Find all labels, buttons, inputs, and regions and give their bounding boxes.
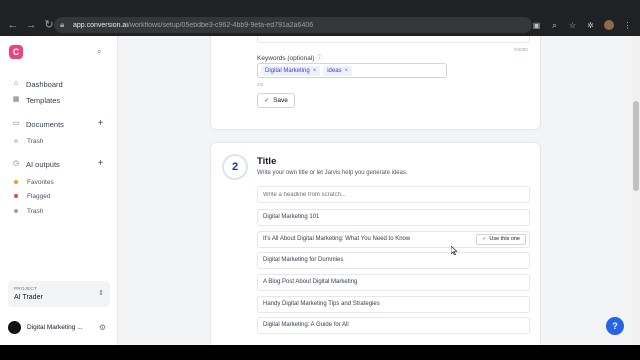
section-title: Title	[257, 156, 277, 167]
step-number-badge: 2	[222, 154, 248, 180]
zoom-icon[interactable]: ⌕	[550, 21, 559, 30]
keywords-label-text: Keywords (optional)	[257, 55, 315, 62]
project-selector[interactable]: PROJECT AI Trader ⇕	[8, 281, 110, 307]
sidebar-item-label: Favorites	[27, 178, 54, 186]
address-row: ← → ↻ 🔒︎ app.conversion.ai/workflows/set…	[0, 14, 640, 36]
back-icon[interactable]: ←	[6, 18, 20, 32]
bottom-strip	[0, 345, 640, 360]
keyword-chip: ideas ×	[323, 65, 353, 76]
title-option-text: A Blog Post About Digital Marketing	[263, 279, 358, 285]
keyword-chip-label: ideas	[327, 67, 342, 74]
use-this-one-button[interactable]: ✓ Use this one	[476, 234, 526, 245]
keyword-count: 2/3	[257, 82, 264, 87]
sidebar-item-documents[interactable]: ▭ Documents	[12, 118, 64, 130]
browser-toolbar-icons: ▣ ⌕ ☆ ✲ ⋮	[532, 17, 632, 33]
sidebar-item-label: Trash	[27, 137, 44, 145]
avatar	[8, 320, 21, 334]
trash-dot	[14, 209, 18, 213]
user-account[interactable]: Digital Marketing ... ⚙	[8, 320, 110, 334]
keyword-chip-label: Digital Marketing	[265, 67, 310, 74]
sidebar-item-label: Dashboard	[26, 79, 63, 89]
sidebar-item-dashboard[interactable]: ⌂ Dashboard	[12, 78, 63, 90]
sidebar-subitem-ai-trash[interactable]: Trash	[14, 206, 43, 216]
browser-window: ← → ↻ 🔒︎ app.conversion.ai/workflows/set…	[0, 0, 640, 345]
title-option[interactable]: A Blog Post About Digital Marketing	[257, 274, 530, 291]
keywords-card: 0/4000 Keywords (optional) ⓘ Digital Mark…	[210, 36, 541, 130]
help-button[interactable]: ?	[606, 317, 624, 335]
title-option-text: It's All About Digital Marketing: What Y…	[263, 236, 411, 242]
search-icon[interactable]: ⌕	[97, 47, 106, 56]
sidebar-item-ai-outputs[interactable]: ◷ AI outputs	[12, 158, 60, 170]
use-this-one-label: Use this one	[489, 236, 520, 242]
document-icon: ▭	[12, 120, 20, 127]
favorites-dot	[14, 180, 18, 184]
add-document-button[interactable]: +	[96, 119, 105, 129]
title-card: 2 Title Write your own title or let Jarv…	[210, 142, 541, 345]
sidebar-item-label: Trash	[27, 207, 44, 215]
section-subtitle: Write your own title or let Jarvis help …	[257, 170, 408, 176]
address-bar[interactable]: 🔒︎ app.conversion.ai/workflows/setup/05e…	[54, 17, 532, 33]
title-option[interactable]: Digital Marketing 101	[257, 209, 530, 226]
sidebar-subitem-favorites[interactable]: Favorites	[14, 177, 54, 187]
user-name: Digital Marketing ...	[27, 323, 83, 331]
keyword-chip: Digital Marketing ×	[261, 65, 321, 76]
clock-icon: ◷	[12, 160, 20, 167]
trash-dot	[14, 139, 18, 143]
check-icon: ✓	[482, 236, 487, 242]
save-button[interactable]: ✓ Save	[257, 93, 295, 108]
remove-chip-icon[interactable]: ×	[313, 68, 317, 74]
title-option[interactable]: It's All About Digital Marketing: What Y…	[257, 231, 530, 248]
scrollbar[interactable]	[632, 36, 640, 345]
remove-chip-icon[interactable]: ×	[345, 68, 349, 74]
more-icon[interactable]: ⋮	[623, 21, 632, 30]
sidebar-item-label: Documents	[26, 119, 64, 129]
project-name: AI Trader	[14, 294, 43, 301]
title-option[interactable]: Handy Digital Marketing Tips and Strateg…	[257, 296, 530, 313]
sidebar-subitem-flagged[interactable]: Flagged	[14, 191, 51, 201]
chevron-updown-icon: ⇕	[98, 290, 104, 297]
keywords-input[interactable]: Digital Marketing × ideas ×	[257, 63, 447, 78]
gear-icon[interactable]: ⚙	[99, 323, 106, 332]
profile-avatar[interactable]	[604, 20, 614, 30]
check-icon: ✓	[264, 98, 270, 104]
title-option-text: Digital Marketing 101	[263, 214, 320, 220]
sidebar-item-label: AI outputs	[26, 159, 60, 169]
mouse-cursor-icon	[451, 246, 457, 255]
main-content: 0/4000 Keywords (optional) ⓘ Digital Mark…	[118, 36, 640, 345]
cast-icon[interactable]: ▣	[532, 21, 541, 30]
grid-icon: ▦	[12, 96, 20, 103]
description-textarea[interactable]	[257, 36, 530, 43]
title-option-text: Digital Marketing: A Guide for All	[263, 322, 349, 328]
title-option[interactable]: Digital Marketing: A Guide for All	[257, 317, 530, 334]
sidebar: C ⌕ ⌂ Dashboard ▦ Templates ▭ Documents …	[0, 36, 118, 345]
project-label: PROJECT	[14, 286, 38, 291]
sidebar-item-label: Templates	[26, 95, 61, 105]
info-icon: ⓘ	[316, 56, 323, 62]
flagged-dot	[14, 194, 18, 198]
scrollbar-thumb[interactable]	[633, 101, 639, 191]
extensions-icon[interactable]: ✲	[586, 21, 595, 30]
home-icon: ⌂	[13, 80, 19, 87]
app-shell: C ⌕ ⌂ Dashboard ▦ Templates ▭ Documents …	[0, 36, 640, 345]
tab-strip	[0, 0, 640, 14]
lock-icon: 🔒︎	[60, 20, 65, 29]
character-count: 0/4000	[514, 47, 528, 52]
forward-icon[interactable]: →	[24, 18, 38, 32]
sidebar-item-templates[interactable]: ▦ Templates	[12, 94, 61, 106]
keywords-label: Keywords (optional) ⓘ	[257, 53, 322, 62]
sidebar-subitem-documents-trash[interactable]: Trash	[14, 136, 43, 146]
star-icon[interactable]: ☆	[568, 21, 577, 30]
headline-input[interactable]	[257, 186, 530, 203]
title-option-text: Digital Marketing for Dummies	[263, 257, 344, 263]
browser-chrome: ← → ↻ 🔒︎ app.conversion.ai/workflows/set…	[0, 0, 640, 36]
add-ai-output-button[interactable]: +	[96, 159, 105, 169]
save-button-label: Save	[273, 97, 288, 104]
sidebar-item-label: Flagged	[27, 192, 51, 200]
app-logo[interactable]: C	[9, 45, 23, 59]
title-option-text: Handy Digital Marketing Tips and Strateg…	[263, 301, 380, 307]
title-option[interactable]: Digital Marketing for Dummies	[257, 252, 530, 269]
url-text: app.conversion.ai/workflows/setup/05ebdb…	[73, 21, 314, 29]
